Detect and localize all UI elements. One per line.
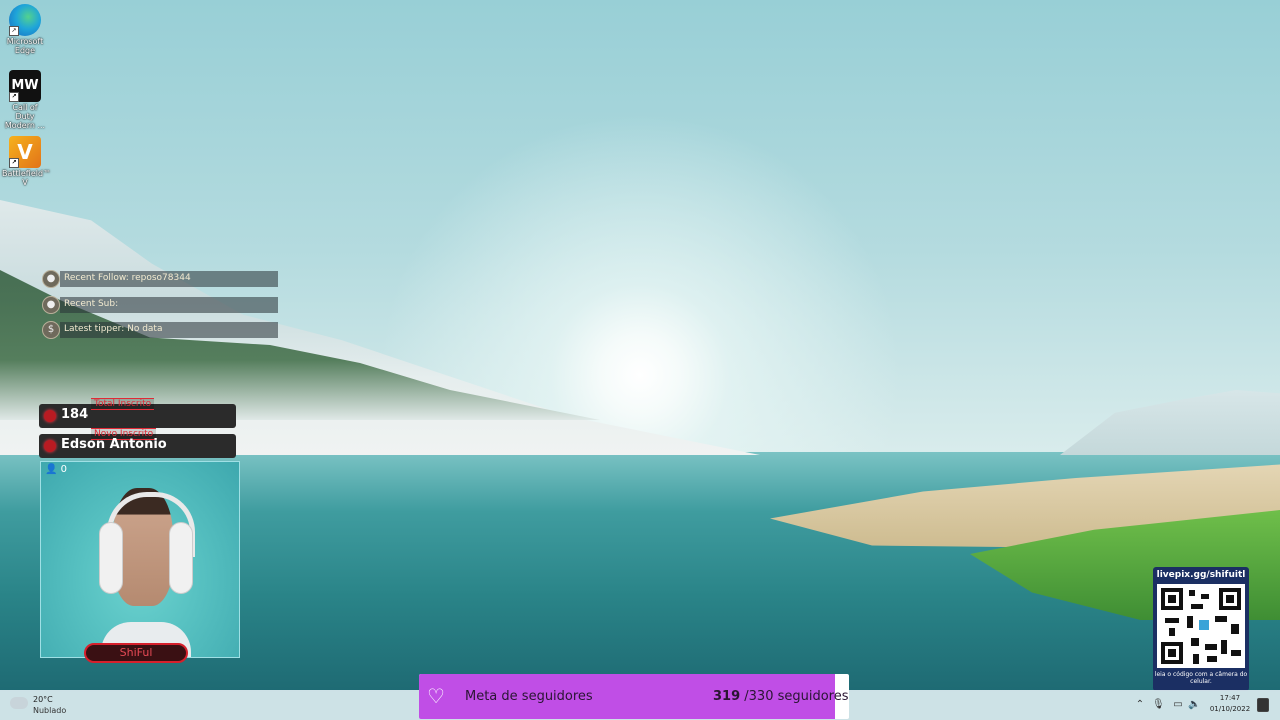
- total-subscribers-label: Total Inscrito: [91, 398, 155, 410]
- battlefield-logo-text: V: [17, 140, 33, 164]
- qr-code-icon: [1157, 584, 1245, 668]
- new-subscriber-name: Edson Antonio: [61, 437, 167, 452]
- subscriber-icon: [44, 410, 56, 422]
- cloud-icon: [10, 697, 28, 709]
- follower-goal-bar: ♡ Meta de seguidores 319 /330 seguidores: [419, 674, 849, 719]
- desktop-icon-label: Battlefield™ V: [2, 169, 52, 187]
- total-subscribers-box: Total Inscrito 184: [39, 398, 236, 428]
- qr-caption: leia o código com a câmera do celular.: [1154, 671, 1248, 685]
- hearts-icon: ♡: [427, 684, 445, 708]
- clock-time: 17:47: [1219, 694, 1241, 702]
- user-icon: ●: [42, 270, 60, 288]
- edge-icon: ↗: [9, 4, 41, 36]
- user-icon: ●: [42, 296, 60, 314]
- desktop-icon-edge[interactable]: ↗ Microsoft Edge: [2, 4, 48, 55]
- weather-temperature: 20°C: [33, 695, 53, 704]
- subscriber-icon: [44, 440, 56, 452]
- viewer-count-value: 0: [60, 464, 68, 475]
- clock[interactable]: 17:47 01/10/2022: [1206, 693, 1254, 715]
- follower-goal-target: /330 seguidores: [744, 689, 849, 704]
- livepix-url: livepix.gg/shifuitl: [1156, 570, 1246, 580]
- latest-tipper-text: Latest tipper: No data: [64, 324, 163, 334]
- desktop-icon-battlefield[interactable]: V ↗ Battlefield™ V: [2, 136, 52, 187]
- desktop-icon-label: Microsoft Edge: [6, 37, 44, 55]
- headphone-left: [99, 522, 123, 594]
- headphone-right: [169, 522, 193, 594]
- volume-icon[interactable]: 🔈: [1188, 690, 1200, 720]
- follower-goal-current: 319: [713, 689, 741, 704]
- recent-sub-alert: ● Recent Sub:: [42, 296, 278, 314]
- cod-mw-icon: MW ↗: [9, 70, 41, 102]
- clock-date: 01/10/2022: [1209, 705, 1251, 713]
- microphone-icon[interactable]: 🎙: [1152, 690, 1165, 720]
- follower-goal-label: Meta de seguidores: [465, 689, 593, 704]
- latest-tipper-alert: $ Latest tipper: No data: [42, 321, 278, 339]
- webcam-feed: 👤 0: [40, 461, 240, 658]
- streamer-name-plate: ShiFul: [84, 643, 188, 663]
- livepix-qr-panel: livepix.gg/shifuitl leia o código com a …: [1153, 567, 1249, 691]
- viewer-icon: 👤: [45, 464, 58, 475]
- recent-follow-text: Recent Follow: reposo78344: [64, 273, 191, 283]
- shortcut-arrow-icon: ↗: [9, 26, 19, 36]
- shortcut-arrow-icon: ↗: [9, 92, 19, 102]
- desktop-icon-cod-mw[interactable]: MW ↗ Call of Duty Modern ...: [2, 70, 48, 130]
- total-subscribers-value: 184: [61, 407, 89, 422]
- cod-mw-logo-text: MW: [11, 78, 39, 93]
- recent-follow-alert: ● Recent Follow: reposo78344: [42, 270, 278, 288]
- coin-icon: $: [42, 321, 60, 339]
- chevron-up-icon[interactable]: ⌃: [1134, 690, 1146, 720]
- new-subscriber-box: Novo Inscrito Edson Antonio: [39, 428, 236, 458]
- network-icon[interactable]: ▭: [1171, 690, 1185, 720]
- notification-icon[interactable]: [1257, 698, 1269, 712]
- weather-condition: Nublado: [33, 706, 67, 715]
- recent-sub-text: Recent Sub:: [64, 299, 119, 309]
- viewer-count: 👤 0: [45, 464, 67, 475]
- battlefield-icon: V ↗: [9, 136, 41, 168]
- shortcut-arrow-icon: ↗: [9, 158, 19, 168]
- follower-goal-count: 319 /330 seguidores: [713, 689, 849, 704]
- desktop-icon-label: Call of Duty Modern ...: [4, 103, 46, 130]
